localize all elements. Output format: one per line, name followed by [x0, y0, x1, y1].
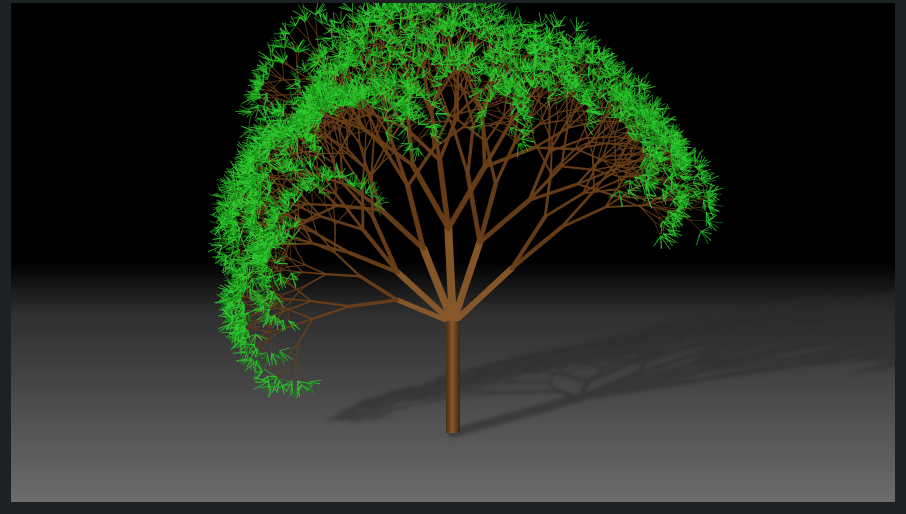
tree-trunk	[446, 321, 460, 433]
tree-scene	[11, 3, 895, 502]
render-window-frame	[0, 0, 906, 514]
3d-viewport[interactable]	[11, 3, 895, 502]
